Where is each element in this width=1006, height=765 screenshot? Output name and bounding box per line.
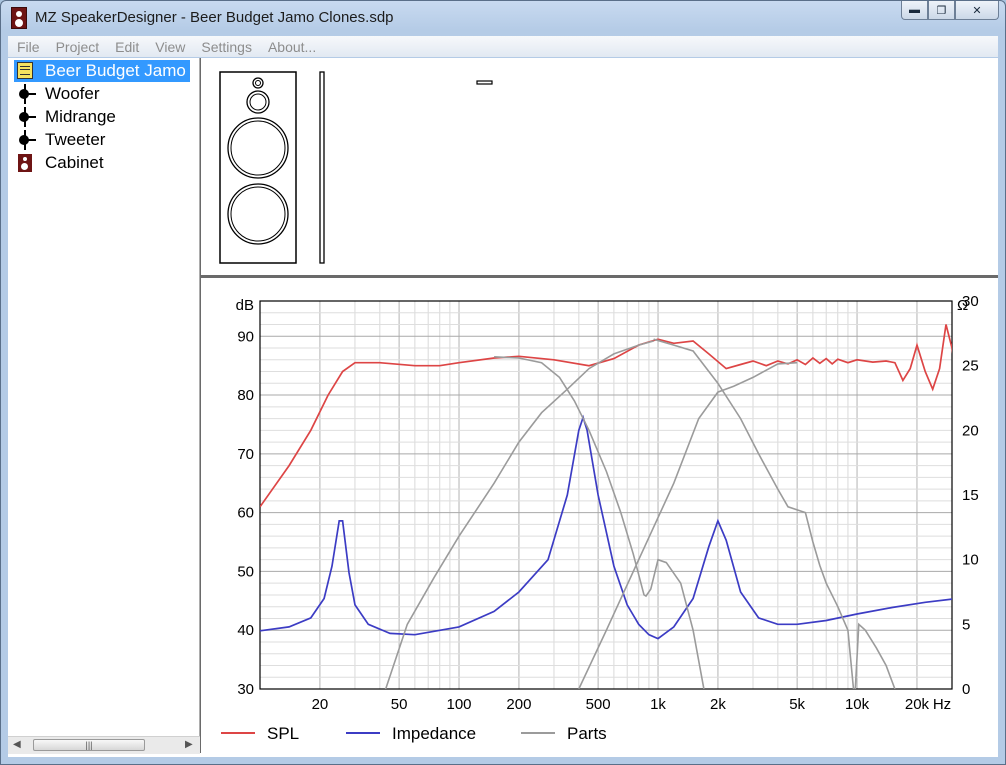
cabinet-front-outline xyxy=(219,71,297,264)
x-axis-tick-label: 20k xyxy=(905,696,930,713)
client-area: Beer Budget Jamo Woofer Midrange Tweeter… xyxy=(8,58,998,757)
tweeter-dome xyxy=(255,80,261,86)
x-axis-tick-label: 5k xyxy=(789,696,805,713)
right-axis-tick-label: 15 xyxy=(962,487,979,504)
parts-curve xyxy=(578,361,798,689)
right-axis-tick-label: 20 xyxy=(962,422,979,439)
woofer-lower-cone xyxy=(230,186,286,242)
legend-label-parts: Parts xyxy=(567,724,607,743)
tree-item-tweeter[interactable]: Tweeter xyxy=(14,129,105,151)
driver-icon xyxy=(14,84,36,104)
menu-view[interactable]: View xyxy=(146,39,192,55)
tree-item-midrange[interactable]: Midrange xyxy=(14,106,116,128)
scroll-left-arrow[interactable]: ◀ xyxy=(13,739,21,750)
woofer-upper-outline xyxy=(227,117,289,179)
left-axis-tick-label: 50 xyxy=(237,563,254,580)
left-axis-tick-label: 60 xyxy=(237,505,254,522)
cabinet-drawing xyxy=(219,71,493,264)
left-axis-tick-label: 90 xyxy=(237,328,254,345)
minimize-button[interactable]: ▬ xyxy=(901,1,928,20)
menu-project[interactable]: Project xyxy=(47,39,107,55)
menu-edit[interactable]: Edit xyxy=(106,39,146,55)
driver-icon xyxy=(14,130,36,150)
tree-item-woofer[interactable]: Woofer xyxy=(14,83,100,105)
left-axis-tick-label: 30 xyxy=(237,681,254,698)
right-axis-tick-label: 0 xyxy=(962,681,970,698)
left-axis-tick-label: 80 xyxy=(237,387,254,404)
right-axis-tick-label: 10 xyxy=(962,552,979,569)
menu-about[interactable]: About... xyxy=(259,39,323,55)
response-chart[interactable]: dB Ω 30 40 50 60 70 80 90 0 5 10 15 20 25 30 20 50 100 200 5… xyxy=(201,277,998,757)
right-axis-tick-label: 5 xyxy=(962,616,970,633)
app-window: MZ SpeakerDesigner - Beer Budget Jamo Cl… xyxy=(0,0,1006,765)
tree-item-cabinet[interactable]: Cabinet xyxy=(14,152,104,174)
tree-item-label: Tweeter xyxy=(45,130,106,149)
menu-bar: File Project Edit View Settings About... xyxy=(8,36,998,57)
x-axis-tick-label: 100 xyxy=(446,696,471,713)
impedance-curve xyxy=(260,414,952,640)
cabinet-side-view xyxy=(319,71,325,264)
midrange-cone xyxy=(249,93,267,111)
right-axis-tick-label: 25 xyxy=(962,358,979,375)
cabinet-icon xyxy=(14,153,36,173)
notes-icon xyxy=(14,61,36,81)
tree-item-label: Beer Budget Jamo xyxy=(45,61,186,80)
legend-label-spl: SPL xyxy=(267,724,299,743)
parts-curve xyxy=(854,622,896,689)
maximize-button[interactable]: ❐ xyxy=(928,1,955,20)
menu-file[interactable]: File xyxy=(8,39,47,55)
x-axis-tick-label: 10k xyxy=(845,696,870,713)
close-button[interactable]: ✕ xyxy=(955,1,999,20)
tree-item-label: Woofer xyxy=(45,84,100,103)
menu-settings[interactable]: Settings xyxy=(192,39,259,55)
tree-item-project[interactable]: Beer Budget Jamo xyxy=(14,60,190,82)
project-tree[interactable]: Beer Budget Jamo Woofer Midrange Tweeter… xyxy=(8,58,200,736)
left-axis-tick-label: 40 xyxy=(237,622,254,639)
x-axis-tick-label: 200 xyxy=(506,696,531,713)
cabinet-preview xyxy=(201,58,998,277)
left-axis-label: dB xyxy=(236,297,254,314)
cabinet-top-view xyxy=(476,80,493,85)
x-axis-unit-label: Hz xyxy=(933,696,951,713)
driver-icon xyxy=(14,107,36,127)
tree-item-label: Midrange xyxy=(45,107,116,126)
title-bar[interactable]: MZ SpeakerDesigner - Beer Budget Jamo Cl… xyxy=(1,1,1005,35)
frequency-response-plot: dB Ω3040506070809005101520253020 50 100 200 5… xyxy=(221,293,979,743)
x-axis-tick-label: 1k xyxy=(650,696,666,713)
x-axis-tick-label: 500 xyxy=(586,696,611,713)
left-axis-tick-label: 70 xyxy=(237,446,254,463)
tweeter-outline xyxy=(252,77,264,89)
tree-item-label: Cabinet xyxy=(45,153,104,172)
window-controls: ▬ ❐ ✕ xyxy=(901,1,999,20)
right-axis-tick-label: 30 xyxy=(962,293,979,310)
x-axis-tick-label: 20 xyxy=(312,696,329,713)
woofer-lower-outline xyxy=(227,183,289,245)
speaker-app-icon[interactable] xyxy=(11,7,27,29)
window-title: MZ SpeakerDesigner - Beer Budget Jamo Cl… xyxy=(35,9,394,26)
parts-curve xyxy=(653,338,855,689)
scrollbar-thumb[interactable]: ||| xyxy=(33,739,145,751)
legend-label-impedance: Impedance xyxy=(392,724,476,743)
x-axis-tick-label: 2k xyxy=(710,696,726,713)
parts-curve xyxy=(384,340,654,689)
woofer-upper-cone xyxy=(230,120,286,176)
tree-horizontal-scrollbar[interactable]: ◀ ||| ▶ xyxy=(8,736,200,754)
scroll-right-arrow[interactable]: ▶ xyxy=(185,739,193,750)
x-axis-tick-label: 50 xyxy=(391,696,408,713)
